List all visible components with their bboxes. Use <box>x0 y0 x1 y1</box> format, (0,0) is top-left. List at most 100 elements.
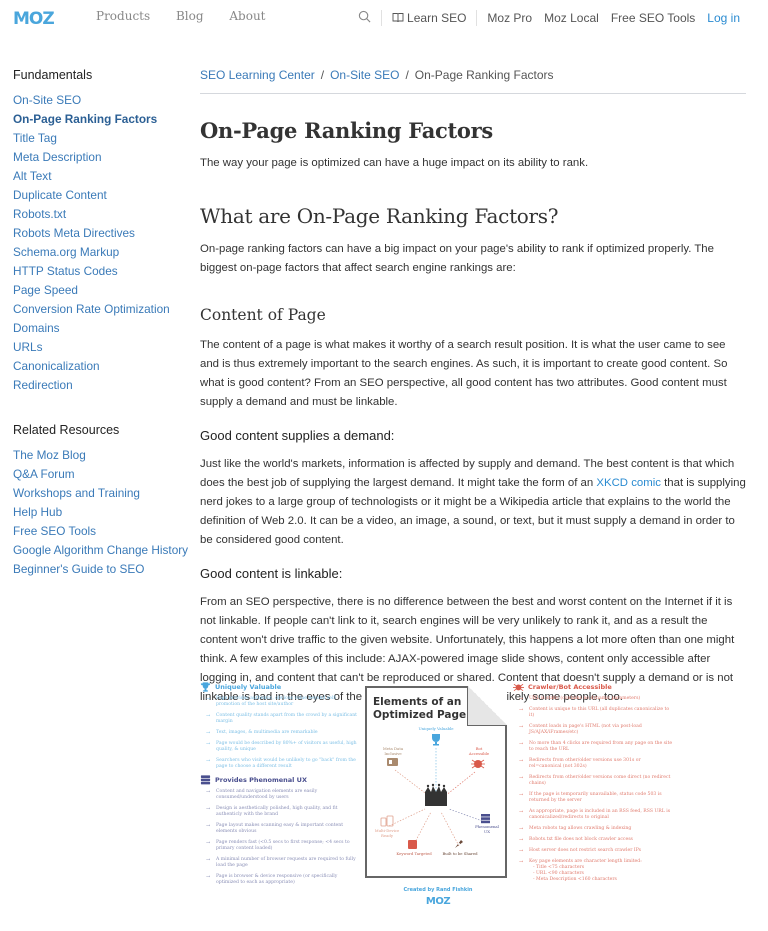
nav-learn-seo[interactable]: Learn SEO <box>392 11 466 25</box>
sidebar-link[interactable]: Conversion Rate Optimization <box>13 300 193 319</box>
nav-free-seo-tools[interactable]: Free SEO Tools <box>611 11 695 25</box>
connector-bottom-right <box>440 811 460 847</box>
bug-icon <box>513 683 524 692</box>
related-resource-link[interactable]: Q&A Forum <box>13 465 193 484</box>
section-heading-what-are: What are On-Page Ranking Factors? <box>200 204 559 228</box>
node-label-line: Ready <box>381 833 393 838</box>
sidebar-link[interactable]: Meta Description <box>13 148 193 167</box>
phenomenal-ux-label: Provides Phenomenal UX <box>215 776 307 784</box>
primary-nav: Products Blog About <box>96 9 288 23</box>
breadcrumb-current: On-Page Ranking Factors <box>414 68 554 82</box>
sidebar-link[interactable]: Page Speed <box>13 281 193 300</box>
related-resource-link[interactable]: Google Algorithm Change History <box>13 541 193 560</box>
phenomenal-ux-item: Page layout makes scanning easy & import… <box>200 823 360 835</box>
related-resource-link[interactable]: Help Hub <box>13 503 193 522</box>
sidebar-link[interactable]: On-Page Ranking Factors <box>13 110 193 129</box>
sidebar-link[interactable]: Canonicalization <box>13 357 193 376</box>
moz-logo[interactable]: MOZ <box>13 9 55 29</box>
phenomenal-ux-item: Page is browser & device responsive (or … <box>200 874 360 886</box>
node-uniquely-valuable: Uniquely Valuable <box>418 726 454 731</box>
breadcrumb-separator: / <box>405 68 409 82</box>
uniquely-valuable-item: Text, images, & multimedia are remarkabl… <box>200 730 360 736</box>
node-label-line: Inclusive <box>384 751 402 756</box>
related-resource-link[interactable]: Beginner's Guide to SEO <box>13 560 193 579</box>
sidebar-link[interactable]: On-Site SEO <box>13 91 193 110</box>
node-keyword-targeted: Keyword Targeted <box>396 851 432 856</box>
character-limit-item: - Meta Description <160 characters <box>533 877 617 882</box>
crawler-accessible-list: URL is static (contains no dynamic param… <box>513 696 673 865</box>
related-resources-list: The Moz Blog Q&A Forum Workshops and Train… <box>13 446 193 579</box>
secondary-nav: Learn SEO Moz Pro Moz Local Free SEO Too… <box>358 10 740 26</box>
sidebar-link[interactable]: Redirection <box>13 376 193 395</box>
crawler-accessible-item: Content is unique to this URL (all dupli… <box>513 707 673 719</box>
related-resource-link[interactable]: The Moz Blog <box>13 446 193 465</box>
crawler-accessible-item: No more than 4 clicks are required from … <box>513 741 673 753</box>
phenomenal-ux-item: Content and navigation elements are easi… <box>200 789 360 801</box>
search-button[interactable] <box>358 10 371 26</box>
trophy-node-icon <box>432 734 440 746</box>
node-meta-data-inclusive: Meta Data Inclusive <box>373 746 413 756</box>
node-phenomenal-ux: Phenomenal UX <box>469 824 505 834</box>
nav-moz-pro[interactable]: Moz Pro <box>487 11 532 25</box>
nav-products[interactable]: Products <box>96 9 150 23</box>
top-navigation: MOZ Products Blog About Learn SEO Moz Pr… <box>0 0 768 36</box>
node-multi-device-ready: Multi-Device Ready <box>367 828 407 838</box>
content-paragraph: The content of a page is what makes it w… <box>200 339 728 408</box>
nav-divider <box>476 10 478 26</box>
sidebar-link[interactable]: Robots Meta Directives <box>13 224 193 243</box>
nav-blog[interactable]: Blog <box>176 9 204 23</box>
optimized-page-diagram: Elements of an Optimized Page Uniquely V… <box>365 686 507 878</box>
trophy-icon <box>200 682 211 692</box>
infographic-right-column: Crawler/Bot Accessible URL is static (co… <box>513 682 673 883</box>
nav-about[interactable]: About <box>229 9 265 23</box>
related-resources-heading: Related Resources <box>13 423 120 437</box>
bug-icon <box>471 759 485 769</box>
breadcrumb-on-site-seo[interactable]: On-Site SEO <box>330 68 399 82</box>
crawler-accessible-item: Content loads in page's HTML (not via po… <box>513 724 673 736</box>
crawler-accessible-item: Meta robots tag allows crawling & indexi… <box>513 826 673 832</box>
sidebar-link[interactable]: Title Tag <box>13 129 193 148</box>
fundamentals-list: On-Site SEO On-Page Ranking Factors Title … <box>13 91 193 395</box>
sidebar-link[interactable]: HTTP Status Codes <box>13 262 193 281</box>
nav-moz-local[interactable]: Moz Local <box>544 11 599 25</box>
uniquely-valuable-item: Page would be described by 80%+ of visit… <box>200 741 360 753</box>
sidebar-link[interactable]: Duplicate Content <box>13 186 193 205</box>
phenomenal-ux-item: A minimal number of browser requests are… <box>200 857 360 869</box>
uniquely-valuable-heading: Uniquely Valuable <box>200 682 360 692</box>
sidebar-link[interactable]: Alt Text <box>13 167 193 186</box>
nav-divider <box>381 10 383 26</box>
crawler-accessible-label: Crawler/Bot Accessible <box>528 683 612 691</box>
section-heading-content-of-page: Content of Page <box>200 306 326 324</box>
page-lead: The way your page is optimized can have … <box>200 157 589 169</box>
connector-lower-left <box>388 808 426 827</box>
related-resource-link[interactable]: Workshops and Training <box>13 484 193 503</box>
sidebar-link[interactable]: Robots.txt <box>13 205 193 224</box>
node-built-to-be-shared: Built to be Shared <box>442 851 478 856</box>
connector-upper-right <box>444 771 476 797</box>
character-limits-list: - Title <75 characters - URL <90 characte… <box>513 865 673 883</box>
sidebar-link[interactable]: Domains <box>13 319 193 338</box>
fundamentals-heading: Fundamentals <box>13 68 93 82</box>
node-bot-accessible: Bot Accessible <box>459 746 499 756</box>
main-content: SEO Learning Center / On-Site SEO / On-Page … <box>200 68 746 707</box>
sidebar-link[interactable]: Schema.org Markup <box>13 243 193 262</box>
learn-seo-label: Learn SEO <box>407 11 467 25</box>
crawler-accessible-item: Host server does not restrict search cra… <box>513 848 673 854</box>
related-resource-link[interactable]: Free SEO Tools <box>13 522 193 541</box>
uniquely-valuable-item: Content quality stands apart from the cr… <box>200 713 360 725</box>
sidebar-link[interactable]: URLs <box>13 338 193 357</box>
book-icon <box>392 13 404 23</box>
node-label-line: UX <box>484 829 490 834</box>
id-card-icon <box>387 758 398 766</box>
xkcd-comic-link[interactable]: XKCD comic <box>596 477 661 489</box>
diagram-connections <box>380 734 490 849</box>
uniquely-valuable-item: Searchers who visit would be unlikely to… <box>200 758 360 770</box>
demand-paragraph: Just like the world's markets, informati… <box>200 455 746 550</box>
breadcrumb-seo-learning-center[interactable]: SEO Learning Center <box>200 68 315 82</box>
phenomenal-ux-item: Design is aesthetically polished, high q… <box>200 806 360 818</box>
connector-upper-left <box>394 769 430 797</box>
rocket-icon <box>455 840 463 848</box>
crawler-accessible-item: URL is static (contains no dynamic param… <box>513 696 673 702</box>
login-link[interactable]: Log in <box>707 11 740 25</box>
infographic-moz-logo: MOZ <box>425 896 451 907</box>
